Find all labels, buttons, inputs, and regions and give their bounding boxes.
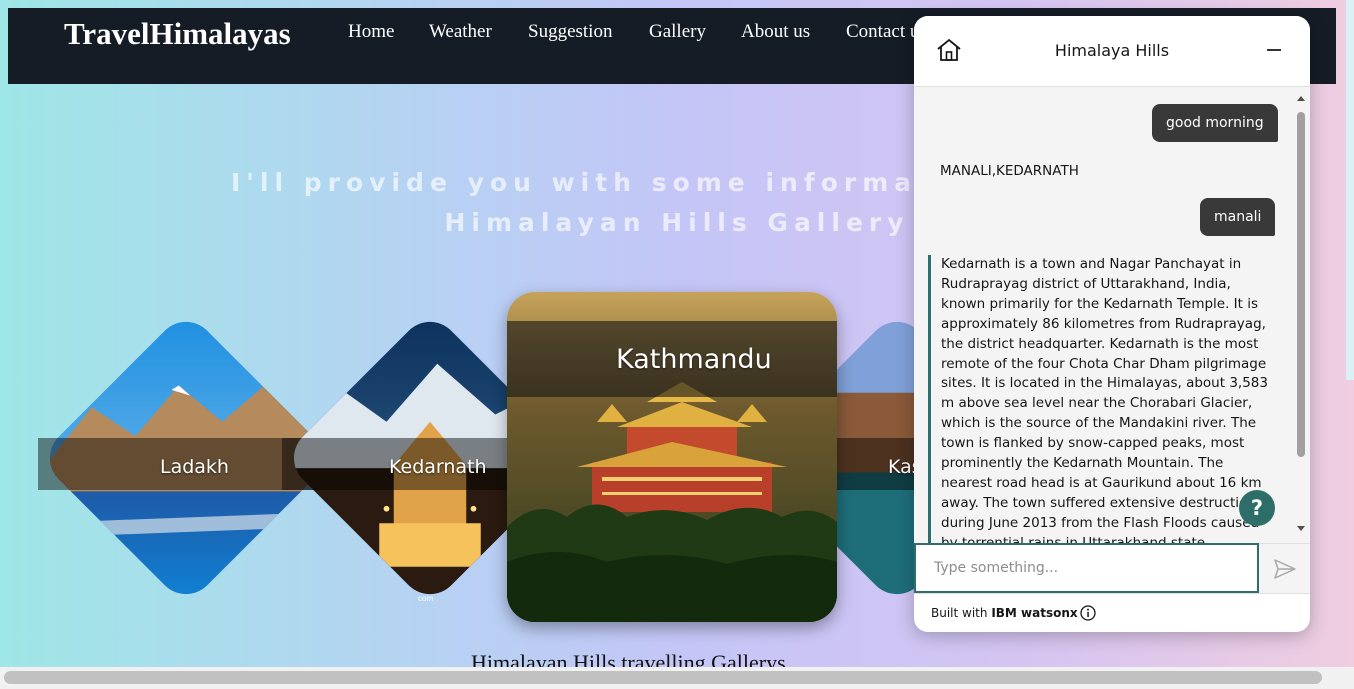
nav-suggestion[interactable]: Suggestion bbox=[528, 21, 612, 43]
gallery-card-kathmandu[interactable]: Kathmandu bbox=[507, 292, 837, 622]
page-horizontal-scrollbar[interactable] bbox=[0, 667, 1354, 689]
chat-widget: Himalaya Hills good morning MANALI,KEDAR… bbox=[914, 16, 1310, 632]
minimize-icon[interactable] bbox=[1266, 42, 1282, 63]
chat-footer: Built with IBM watsonx bbox=[914, 593, 1310, 632]
footer-prefix: Built with bbox=[931, 606, 992, 620]
user-message: good morning bbox=[1152, 104, 1278, 142]
nav-home[interactable]: Home bbox=[348, 21, 394, 43]
card-label-kathmandu: Kathmandu bbox=[616, 344, 772, 375]
chat-title: Himalaya Hills bbox=[1054, 41, 1170, 60]
scrollbar-thumb[interactable] bbox=[4, 671, 1322, 684]
send-button[interactable] bbox=[1259, 543, 1310, 593]
scroll-up-icon[interactable] bbox=[1296, 93, 1306, 103]
chat-header: Himalaya Hills bbox=[914, 16, 1310, 87]
info-icon[interactable] bbox=[1080, 605, 1096, 626]
chat-message-list[interactable]: good morning MANALI,KEDARNATH manali Ked… bbox=[914, 87, 1310, 543]
image-watermark: com bbox=[418, 594, 434, 603]
bot-message: Kedarnath is a town and Nagar Panchayat … bbox=[928, 255, 1274, 543]
user-message: manali bbox=[1200, 198, 1276, 236]
footer-brand: IBM watsonx bbox=[991, 606, 1078, 620]
nav-about-us[interactable]: About us bbox=[741, 21, 810, 43]
nav-gallery[interactable]: Gallery bbox=[649, 21, 706, 43]
card-label-ladakh: Ladakh bbox=[160, 456, 229, 478]
chat-input[interactable] bbox=[914, 543, 1259, 593]
brand-logo[interactable]: TravelHimalayas bbox=[64, 16, 291, 52]
send-icon bbox=[1274, 559, 1296, 579]
scroll-down-icon[interactable] bbox=[1296, 524, 1306, 534]
help-button[interactable]: ? bbox=[1239, 490, 1275, 526]
footer-credit: Built with IBM watsonx bbox=[931, 606, 1078, 620]
card-label-kedarnath: Kedarnath bbox=[389, 456, 487, 478]
bot-message: MANALI,KEDARNATH bbox=[940, 163, 1079, 179]
chat-scrollbar[interactable] bbox=[1294, 93, 1308, 543]
nav-weather[interactable]: Weather bbox=[429, 21, 492, 43]
chat-scrollbar-thumb[interactable] bbox=[1297, 112, 1305, 457]
page-vertical-scrollbar[interactable] bbox=[1346, 0, 1354, 380]
